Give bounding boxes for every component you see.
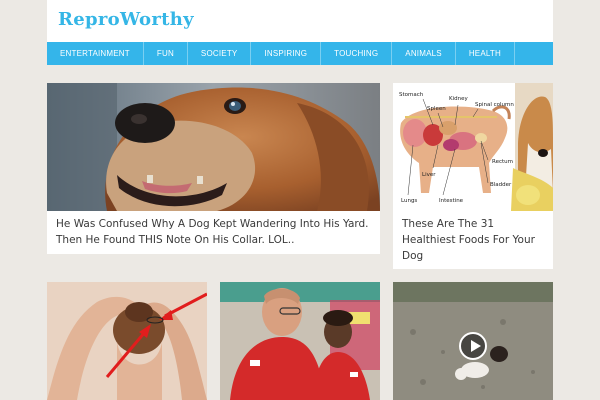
diagram-label-lungs: Lungs (401, 198, 417, 204)
play-icon[interactable] (459, 332, 487, 360)
nav-item-entertainment[interactable]: ENTERTAINMENT (47, 42, 144, 65)
site-header: ReproWorthy (47, 0, 553, 42)
article-card-dog-foods[interactable]: Stomach Spleen Kidney Spinal column Live… (393, 83, 553, 269)
nav-item-health[interactable]: HEALTH (456, 42, 515, 65)
article-card-hair[interactable] (47, 282, 207, 400)
dog-anatomy-diagram: Stomach Spleen Kidney Spinal column Live… (393, 83, 553, 211)
article-image-video[interactable] (393, 282, 553, 400)
nav-item-touching[interactable]: TOUCHING (321, 42, 393, 65)
diagram-label-spleen: Spleen (427, 106, 446, 112)
diagram-label-kidney: Kidney (449, 96, 468, 102)
diagram-label-intestine: Intestine (439, 198, 464, 204)
nav-item-inspiring[interactable]: INSPIRING (251, 42, 322, 65)
article-title[interactable]: These Are The 31 Healthiest Foods For Yo… (402, 216, 547, 264)
article-card-video[interactable] (393, 282, 553, 400)
nav-item-society[interactable]: SOCIETY (188, 42, 252, 65)
dog-photo-illustration (47, 83, 380, 211)
nav-item-fun[interactable]: FUN (144, 42, 188, 65)
diagram-label-bladder: Bladder (490, 182, 512, 188)
article-image-dog[interactable] (47, 83, 380, 211)
article-image-hair[interactable] (47, 282, 207, 400)
site-logo[interactable]: ReproWorthy (58, 9, 194, 30)
article-image-store[interactable] (220, 282, 380, 400)
article-title[interactable]: He Was Confused Why A Dog Kept Wandering… (56, 216, 374, 248)
hair-photo-illustration (47, 282, 207, 400)
article-card-dog-note[interactable]: He Was Confused Why A Dog Kept Wandering… (47, 83, 380, 254)
store-photo-illustration (220, 282, 380, 400)
diagram-label-rectum: Rectum (492, 159, 513, 165)
article-card-store[interactable] (220, 282, 380, 400)
main-nav: ENTERTAINMENT FUN SOCIETY INSPIRING TOUC… (47, 42, 553, 65)
diagram-label-stomach: Stomach (399, 92, 424, 98)
nav-item-animals[interactable]: ANIMALS (392, 42, 456, 65)
diagram-label-spinal-column: Spinal column (475, 102, 514, 108)
diagram-label-liver: Liver (422, 172, 436, 178)
article-image-anatomy[interactable]: Stomach Spleen Kidney Spinal column Live… (393, 83, 553, 211)
